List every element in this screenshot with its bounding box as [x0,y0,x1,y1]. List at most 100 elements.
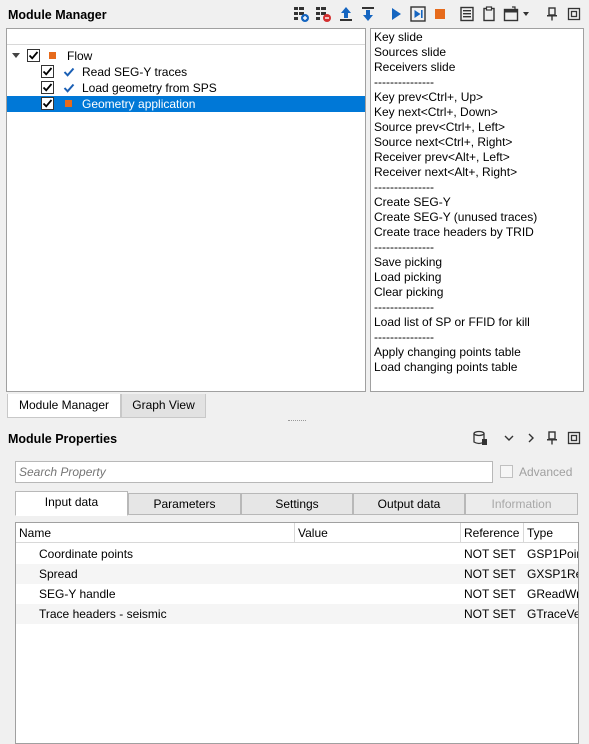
move-down-icon[interactable] [360,6,376,22]
action-menu-item[interactable]: Create trace headers by TRID [374,225,583,240]
tree-header [7,29,365,45]
remove-module-icon[interactable] [315,6,331,22]
advanced-label: Advanced [519,465,573,479]
dropdown-icon[interactable] [521,6,531,22]
cell-value[interactable] [298,604,458,624]
window-icon[interactable] [503,6,519,22]
module-checkbox[interactable] [41,81,54,94]
action-menu-item[interactable]: Source prev<Ctrl+, Left> [374,120,583,135]
column-header-reference[interactable]: Reference [461,523,524,543]
cell-value[interactable] [298,564,458,584]
properties-grid: Name Value Reference Type Coordinate poi… [15,522,579,744]
pin-icon[interactable] [544,430,560,446]
tab-module-manager[interactable]: Module Manager [7,394,121,418]
action-separator: --------------- [374,330,434,344]
action-menu-item[interactable]: Receivers slide [374,60,583,75]
action-menu-item[interactable]: Load changing points table [374,360,583,375]
cell-name: Trace headers - seismic [39,607,167,621]
cell-type: GXSP1Receivers [527,567,579,581]
cell-name: SEG-Y handle [39,587,116,601]
cell-value[interactable] [298,544,458,564]
action-menu-item[interactable]: Load list of SP or FFID for kill [374,315,583,330]
flow-checkbox[interactable] [27,49,40,62]
action-separator: --------------- [374,300,434,314]
tab-graph-view[interactable]: Graph View [121,394,206,418]
tab-settings[interactable]: Settings [241,493,353,515]
actions-list: Key slide Sources slide Receivers slide ---… [374,30,583,375]
table-row[interactable]: Trace headers - seismic NOT SET GTraceVect… [16,604,578,624]
action-menu-item[interactable]: Key slide [374,30,583,45]
flow-icon [49,52,56,59]
action-separator: --------------- [374,240,434,254]
module-checkbox[interactable] [41,97,54,110]
action-menu-item[interactable]: Clear picking [374,285,583,300]
action-menu-item[interactable]: Create SEG-Y (unused traces) [374,210,583,225]
tab-label: Settings [275,497,319,511]
tab-information: Information [465,493,578,515]
column-header-type[interactable]: Type [524,523,578,543]
cell-reference: NOT SET [464,567,516,581]
action-menu-item[interactable]: Key next<Ctrl+, Down> [374,105,583,120]
flow-label: Flow [67,49,93,63]
action-separator: --------------- [374,180,434,194]
tree-item-load-geometry[interactable]: Load geometry from SPS [7,80,365,96]
tab-label: Information [491,497,552,511]
stop-icon[interactable] [432,6,448,22]
run-icon[interactable] [388,6,404,22]
cell-value[interactable] [298,584,458,604]
splitter-handle[interactable] [288,420,306,423]
module-checkbox[interactable] [41,65,54,78]
chevron-down-icon[interactable] [501,430,517,446]
action-menu-item[interactable]: Create SEG-Y [374,195,583,210]
cell-reference: NOT SET [464,587,516,601]
column-header-value[interactable]: Value [295,523,461,543]
chevron-right-icon[interactable] [523,430,539,446]
advanced-checkbox[interactable] [500,465,513,478]
tree-item-geometry-application[interactable]: Geometry application [7,96,365,112]
float-icon[interactable] [566,430,582,446]
add-module-icon[interactable] [293,6,309,22]
action-menu-item[interactable]: Source next<Ctrl+, Right> [374,135,583,150]
table-row[interactable]: Coordinate points NOT SET GSP1Points [16,544,578,564]
module-properties-title: Module Properties [8,432,118,446]
cell-type: GSP1Points [527,547,578,561]
tab-parameters[interactable]: Parameters [128,493,241,515]
table-row[interactable]: Spread NOT SET GXSP1Receivers [16,564,578,584]
action-menu-item[interactable]: Load picking [374,270,583,285]
flow-tree-panel: Flow Read SEG-Y traces Load geometry fro… [6,28,366,392]
tab-label: Module Manager [18,398,110,412]
pin-icon[interactable] [544,6,560,22]
action-menu-item[interactable]: Receiver next<Alt+, Right> [374,165,583,180]
float-icon[interactable] [566,6,582,22]
action-separator: --------------- [374,75,434,89]
tree-item-read-segy[interactable]: Read SEG-Y traces [7,64,365,80]
move-up-icon[interactable] [338,6,354,22]
action-menu-item[interactable]: Receiver prev<Alt+, Left> [374,150,583,165]
tab-label: Parameters [153,497,216,511]
pending-square-icon [65,100,72,107]
clipboard-icon[interactable] [481,6,497,22]
tab-output-data[interactable]: Output data [353,493,465,515]
tab-label: Graph View [132,398,195,412]
tree-item-flow[interactable]: Flow [7,48,365,64]
action-menu-item[interactable]: Sources slide [374,45,583,60]
module-label: Read SEG-Y traces [82,65,188,79]
column-header-name[interactable]: Name [16,523,295,543]
action-menu-item[interactable]: Save picking [374,255,583,270]
module-label: Load geometry from SPS [82,81,217,95]
run-step-icon[interactable] [410,6,426,22]
module-manager-title: Module Manager [8,8,107,22]
module-label: Geometry application [82,97,196,111]
list-icon[interactable] [459,6,475,22]
search-property-input[interactable] [15,461,493,483]
tab-label: Output data [377,497,441,511]
cell-name: Spread [39,567,78,581]
cell-reference: NOT SET [464,547,516,561]
tab-input-data[interactable]: Input data [15,491,128,516]
action-menu-item[interactable]: Key prev<Ctrl+, Up> [374,90,583,105]
tab-label: Input data [44,495,99,509]
action-menu-item[interactable]: Apply changing points table [374,345,583,360]
database-icon[interactable] [472,430,488,446]
table-row[interactable]: SEG-Y handle NOT SET GReadWrite [16,584,578,604]
cell-type: GReadWrite [527,587,579,601]
